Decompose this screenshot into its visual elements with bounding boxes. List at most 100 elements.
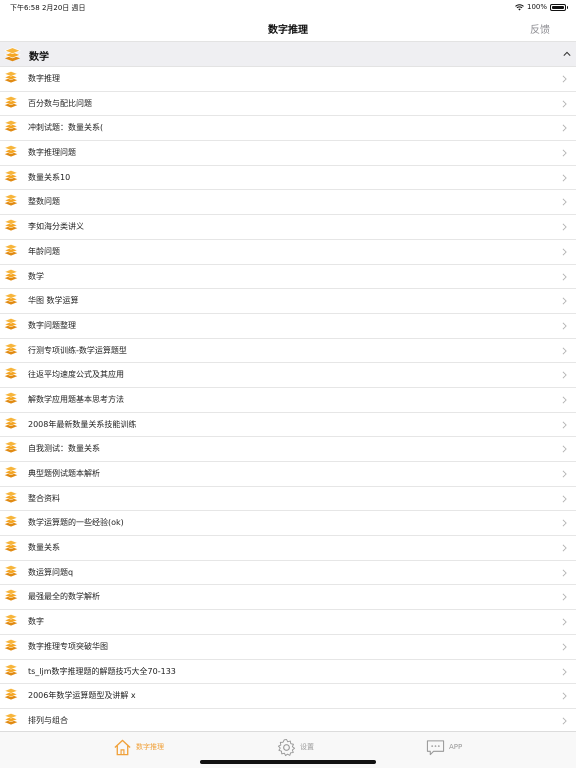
stack-icon: [4, 416, 18, 429]
list-item-label: 数学运算题的一些经验(ok): [28, 518, 124, 528]
tab-home[interactable]: 数字推理: [113, 737, 164, 757]
list-item-label: 数字: [28, 617, 44, 627]
list-item[interactable]: 自我测试：数量关系: [0, 437, 576, 462]
chevron-right-icon: [562, 75, 567, 83]
list-item[interactable]: 数量关系: [0, 536, 576, 561]
status-indicators: 100%: [515, 3, 568, 11]
list-item-label: 整数问题: [28, 197, 60, 207]
list-item-label: 最强最全的数学解析: [28, 592, 100, 602]
chevron-right-icon: [562, 618, 567, 626]
list-item-label: 行测专项训练-数学运算题型: [28, 345, 127, 355]
list-item[interactable]: 年龄问题: [0, 240, 576, 265]
list-item[interactable]: 数字推理: [0, 67, 576, 92]
stack-icon: [4, 441, 18, 453]
list-item-label: 华图 数学运算: [28, 296, 79, 306]
list-item[interactable]: 行测专项训练-数学运算题型: [0, 339, 576, 364]
chat-bubble-icon: [426, 739, 445, 755]
tab-settings-label: 设置: [300, 743, 314, 751]
stack-icon: [4, 194, 18, 207]
chevron-right-icon: [562, 124, 567, 132]
list-item[interactable]: ts_ljm数字推理题的解题技巧大全70-133: [0, 660, 576, 685]
list-item[interactable]: 最强最全的数学解析: [0, 585, 576, 611]
app-screen: 下午6:58 2月20日 週日 100% 数字推理 反馈 数学 数字推理 百分数…: [0, 0, 576, 768]
battery-fill: [552, 5, 564, 9]
page-title: 数字推理: [268, 25, 308, 36]
chevron-right-icon: [562, 643, 567, 651]
chevron-right-icon: [562, 223, 567, 231]
list-item-label: 数字推理: [28, 74, 60, 83]
chevron-right-icon: [562, 692, 567, 700]
list-item[interactable]: 冲刺试题：数量关系(: [0, 116, 576, 142]
home-icon: [114, 739, 131, 755]
stack-icon: [4, 367, 18, 379]
list-item[interactable]: 整数问题: [0, 190, 576, 216]
list-item-label: 数字问题整理: [28, 320, 76, 330]
stack-icon: [4, 515, 18, 527]
stack-icon: [4, 243, 18, 256]
tab-settings[interactable]: 设置: [277, 737, 314, 757]
stack-icon: [4, 293, 18, 305]
list-item-label: 数量关系10: [28, 172, 71, 182]
document-list: 数字推理百分数与配比问题 冲刺试题：数量关系( 数字推理问题 数量关系10 整数问题李如…: [0, 67, 576, 734]
list-item[interactable]: 典型题例试题本解析: [0, 462, 576, 487]
list-item-label: 年龄问题: [28, 246, 60, 256]
list-item[interactable]: 2008年最新数量关系技能训练: [0, 413, 576, 438]
list-item[interactable]: 往返平均速度公式及其应用: [0, 363, 576, 388]
stack-icon: [4, 219, 18, 231]
chevron-right-icon: [562, 569, 567, 577]
chevron-right-icon: [562, 544, 567, 552]
battery-icon: [550, 3, 568, 11]
list-item-label: 2006年数学运算题型及讲解 x: [28, 691, 136, 701]
list-item-label: 数运算问题q: [28, 567, 74, 577]
list-item-label: 典型题例试题本解析: [28, 469, 100, 478]
section-header-math[interactable]: 数学: [0, 42, 576, 67]
stack-icon: [4, 71, 18, 83]
list-item-label: 2008年最新数量关系技能训练: [28, 419, 137, 429]
status-time-date: 下午6:58 2月20日 週日: [10, 4, 86, 12]
stack-icon: [4, 564, 18, 577]
stack-icon: [4, 663, 18, 676]
stack-icon: [4, 589, 18, 602]
tab-app[interactable]: APP: [426, 737, 462, 757]
list-item-label: 整合资料: [28, 493, 60, 503]
wifi-icon: [515, 3, 524, 10]
list-item[interactable]: 数字推理问题: [0, 141, 576, 166]
stack-icon: [4, 95, 18, 108]
tab-home-label: 数字推理: [136, 743, 164, 751]
section-title: 数学: [29, 52, 49, 63]
list-item-label: 数字推理问题: [28, 148, 76, 158]
list-item[interactable]: 数运算问题q: [0, 561, 576, 586]
list-item-label: 数字推理专项突破华图: [28, 641, 108, 651]
list-item[interactable]: 数字推理专项突破华图: [0, 635, 576, 660]
stack-icon: [4, 169, 18, 182]
list-item[interactable]: 解数学应用题基本思考方法: [0, 388, 576, 413]
list-item-label: 数量关系: [28, 543, 60, 553]
list-item[interactable]: 数学: [0, 265, 576, 290]
chevron-right-icon: [562, 174, 567, 182]
list-item[interactable]: 李如海分类讲义: [0, 215, 576, 240]
list-item[interactable]: 华图 数学运算: [0, 289, 576, 314]
list-item-label: 往返平均速度公式及其应用: [28, 370, 124, 380]
list-item-label: 李如海分类讲义: [28, 222, 84, 232]
stack-icon: [4, 342, 18, 355]
stack-icon: [4, 540, 18, 552]
list-item[interactable]: 百分数与配比问题: [0, 92, 576, 117]
feedback-button[interactable]: 反馈: [530, 21, 550, 36]
list-item[interactable]: 数字: [0, 610, 576, 635]
list-item-label: 解数学应用题基本思考方法: [28, 394, 124, 404]
stack-icon: [4, 614, 18, 626]
list-item[interactable]: 数字问题整理: [0, 314, 576, 339]
chevron-right-icon: [562, 198, 567, 206]
stack-icon: [4, 268, 18, 281]
list-item[interactable]: 排列与组合: [0, 709, 576, 734]
list-item[interactable]: 2006年数学运算题型及讲解 x: [0, 684, 576, 709]
chevron-right-icon: [562, 396, 567, 404]
chevron-right-icon: [562, 717, 567, 725]
list-item[interactable]: 数量关系10: [0, 166, 576, 191]
list-item[interactable]: 数学运算题的一些经验(ok): [0, 511, 576, 537]
chevron-right-icon: [562, 149, 567, 157]
list-item[interactable]: 整合资料: [0, 487, 576, 512]
chevron-up-icon[interactable]: [563, 50, 571, 58]
navigation-bar: 数字推理 反馈: [0, 14, 576, 42]
chevron-right-icon: [562, 445, 567, 453]
